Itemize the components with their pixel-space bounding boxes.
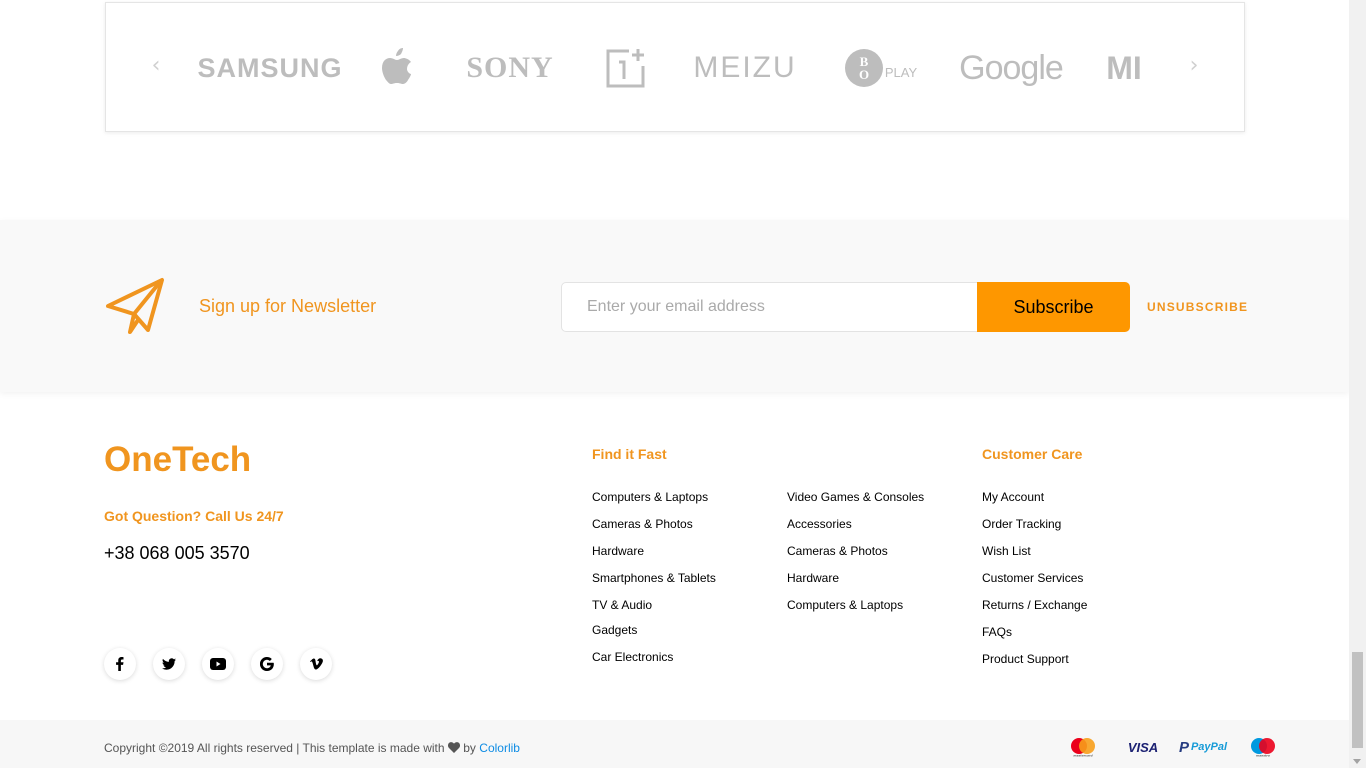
copyright-text: Copyright ©2019 All rights reserved | Th… xyxy=(104,741,520,755)
footer-link[interactable]: Computers & Laptops xyxy=(592,490,716,517)
footer-link[interactable]: Gadgets xyxy=(592,623,716,650)
paypal-icon: P PayPal xyxy=(1178,738,1228,756)
footer-link[interactable]: Accessories xyxy=(787,517,924,544)
copyright-bar: Copyright ©2019 All rights reserved | Th… xyxy=(0,720,1349,768)
footer-link[interactable]: Wish List xyxy=(982,544,1087,571)
email-input[interactable]: Enter your email address xyxy=(561,282,979,332)
brands-next-arrow[interactable]: › xyxy=(1184,53,1204,83)
footer-link[interactable]: Product Support xyxy=(982,652,1087,679)
brand-meizu[interactable]: MEIZU xyxy=(686,43,804,93)
google-icon[interactable] xyxy=(251,648,283,680)
brand-google[interactable]: Google xyxy=(956,43,1066,93)
footer-logo[interactable]: OneTech xyxy=(104,440,251,480)
footer-link[interactable]: Hardware xyxy=(592,544,716,571)
newsletter-section: Sign up for Newsletter Enter your email … xyxy=(0,220,1349,392)
colorlib-link[interactable]: Colorlib xyxy=(479,741,520,755)
brand-oneplus-icon[interactable] xyxy=(604,43,648,93)
footer-link[interactable]: Cameras & Photos xyxy=(592,517,716,544)
footer-question: Got Question? Call Us 24/7 xyxy=(104,508,284,524)
footer-link[interactable]: Smartphones & Tablets xyxy=(592,571,716,598)
facebook-icon[interactable] xyxy=(104,648,136,680)
footer-link[interactable]: My Account xyxy=(982,490,1087,517)
footer-link[interactable]: Order Tracking xyxy=(982,517,1087,544)
copyright-prefix: Copyright ©2019 All rights reserved | Th… xyxy=(104,741,445,755)
bo-logo-icon: B O xyxy=(844,49,883,87)
footer-link[interactable]: Car Electronics xyxy=(592,650,716,677)
copyright-by: by xyxy=(463,741,476,755)
customer-care-title: Customer Care xyxy=(982,446,1083,462)
visa-icon: VISA xyxy=(1127,739,1159,755)
twitter-icon[interactable] xyxy=(153,648,185,680)
paypal-label: PayPal xyxy=(1190,741,1228,753)
brand-mi[interactable]: MI xyxy=(1102,43,1146,93)
heart-icon xyxy=(447,741,463,755)
social-links xyxy=(104,648,332,680)
footer-link[interactable]: Video Games & Consoles xyxy=(787,490,924,517)
footer-link[interactable]: Customer Services xyxy=(982,571,1087,598)
brand-bo-play[interactable]: B O PLAY xyxy=(842,43,920,93)
footer-link[interactable]: TV & Audio xyxy=(592,598,716,623)
find-it-fast-list-1: Computers & Laptops Cameras & Photos Har… xyxy=(592,490,716,677)
brands-slider: ‹ SAMSUNG SONY MEIZU B O PLAY Google MI … xyxy=(105,2,1245,132)
mastercard-label: mastercard xyxy=(1073,754,1093,758)
customer-care-list: My Account Order Tracking Wish List Cust… xyxy=(982,490,1087,679)
footer-link[interactable]: Hardware xyxy=(787,571,924,598)
footer-link[interactable]: Returns / Exchange xyxy=(982,598,1087,625)
maestro-icon: maestro xyxy=(1238,736,1288,758)
youtube-icon[interactable] xyxy=(202,648,234,680)
newsletter-title: Sign up for Newsletter xyxy=(199,296,377,316)
payment-methods: mastercard VISA P PayPal maestro xyxy=(1058,736,1288,758)
maestro-label: maestro xyxy=(1256,754,1270,758)
footer-link[interactable]: Cameras & Photos xyxy=(787,544,924,571)
subscribe-button[interactable]: Subscribe xyxy=(977,282,1130,332)
brands-prev-arrow[interactable]: ‹ xyxy=(146,53,166,83)
unsubscribe-link[interactable]: UNSUBSCRIBE xyxy=(1147,300,1248,314)
bo-play-label: PLAY xyxy=(884,64,918,80)
page-scrollbar[interactable] xyxy=(1349,0,1366,768)
brand-apple-icon[interactable] xyxy=(374,43,418,93)
svg-text:O: O xyxy=(859,67,869,82)
scroll-down-arrow-icon[interactable] xyxy=(1353,759,1361,764)
scrollbar-thumb[interactable] xyxy=(1352,652,1363,748)
find-it-fast-title: Find it Fast xyxy=(592,446,667,462)
footer-link[interactable]: FAQs xyxy=(982,625,1087,652)
vimeo-icon[interactable] xyxy=(300,648,332,680)
brand-samsung[interactable]: SAMSUNG xyxy=(198,43,342,93)
find-it-fast-list-2: Video Games & Consoles Accessories Camer… xyxy=(787,490,924,625)
brand-sony[interactable]: SONY xyxy=(452,43,568,93)
paper-plane-icon xyxy=(104,276,166,338)
mastercard-icon: mastercard xyxy=(1058,736,1108,758)
footer-phone: +38 068 005 3570 xyxy=(104,543,250,563)
footer-link[interactable]: Computers & Laptops xyxy=(787,598,924,625)
